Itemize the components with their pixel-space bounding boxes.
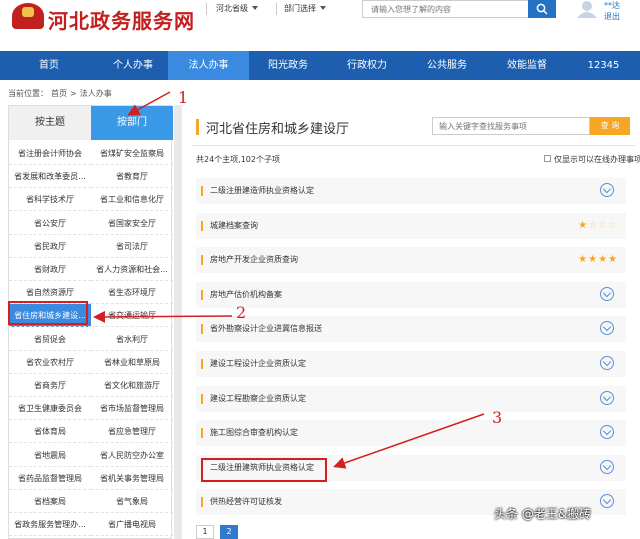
watermark-text: 头条 @老王&搬砖 [494,507,592,521]
annotation-step-1: 1 [178,88,189,107]
annotation-arrow-2 [93,310,233,323]
annotation-step-3: 3 [492,408,503,427]
annotation-arrow-1 [127,91,171,116]
annotation-step-2: 2 [236,303,247,322]
annotation-box-department [8,301,88,325]
annotation-arrow-3 [333,413,485,469]
annotation-box-item [201,458,327,482]
